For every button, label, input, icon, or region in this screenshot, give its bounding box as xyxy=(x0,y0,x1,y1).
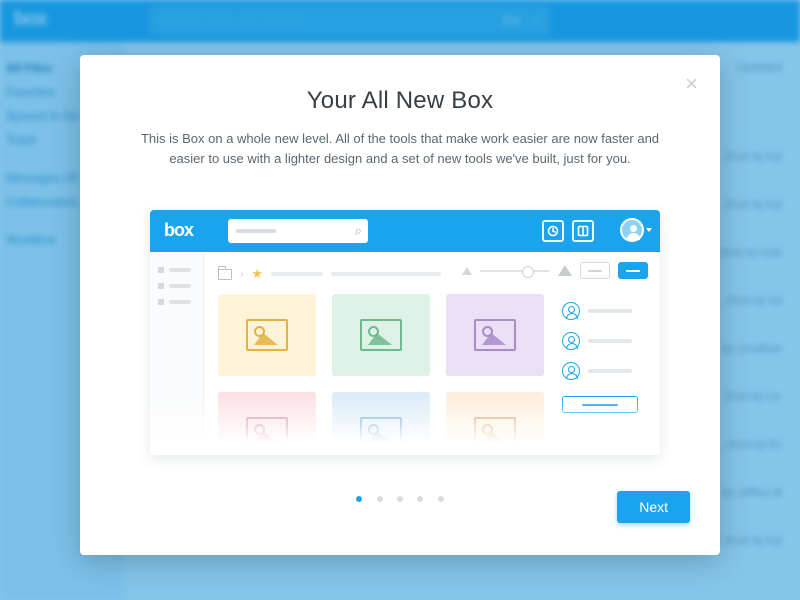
preview-tile xyxy=(332,392,430,455)
avatar-icon xyxy=(620,218,644,242)
modal-body-text: This is Box on a whole new level. All of… xyxy=(140,129,660,169)
preview-person xyxy=(562,362,642,380)
preview-people-list xyxy=(562,302,642,413)
preview-logo: box xyxy=(164,220,193,241)
step-dot-1[interactable] xyxy=(356,496,362,502)
preview-invite-button xyxy=(562,396,638,413)
chevron-right-icon: › xyxy=(240,269,243,280)
preview-tile xyxy=(332,294,430,376)
user-icon xyxy=(562,362,580,380)
list-view-icon xyxy=(580,262,610,279)
preview-side-item xyxy=(150,278,203,294)
thumbnail-small-icon xyxy=(462,267,472,275)
preview-grid xyxy=(218,294,548,455)
step-dot-5[interactable] xyxy=(438,496,444,502)
onboarding-modal: × Your All New Box This is Box on a whol… xyxy=(80,55,720,555)
zoom-slider xyxy=(480,270,550,272)
image-icon xyxy=(246,319,288,351)
image-icon xyxy=(246,417,288,449)
star-icon: ★ xyxy=(251,266,263,282)
image-icon xyxy=(474,417,516,449)
user-icon xyxy=(562,332,580,350)
preview-tile xyxy=(218,392,316,455)
preview-person xyxy=(562,332,642,350)
product-preview: box ⌕ › ★ xyxy=(150,210,660,455)
clock-icon xyxy=(542,220,564,242)
step-dot-2[interactable] xyxy=(377,496,383,502)
panel-icon xyxy=(572,220,594,242)
step-dot-4[interactable] xyxy=(417,496,423,502)
user-icon xyxy=(562,302,580,320)
preview-sidebar xyxy=(150,252,204,455)
preview-tile xyxy=(446,294,544,376)
preview-toolbar xyxy=(462,262,648,279)
close-button[interactable]: × xyxy=(685,73,698,95)
step-dot-3[interactable] xyxy=(397,496,403,502)
preview-tile xyxy=(218,294,316,376)
image-icon xyxy=(360,319,402,351)
preview-side-item xyxy=(150,294,203,310)
folder-icon xyxy=(218,269,232,280)
preview-side-item xyxy=(150,262,203,278)
search-icon: ⌕ xyxy=(355,223,362,239)
image-icon xyxy=(474,319,516,351)
modal-title: Your All New Box xyxy=(80,87,720,115)
preview-search-field: ⌕ xyxy=(228,219,368,243)
preview-person xyxy=(562,302,642,320)
preview-tile xyxy=(446,392,544,455)
grid-view-icon xyxy=(618,262,648,279)
thumbnail-large-icon xyxy=(558,265,572,276)
next-button[interactable]: Next xyxy=(617,491,690,523)
chevron-down-icon xyxy=(646,228,652,232)
image-icon xyxy=(360,417,402,449)
preview-topbar: box ⌕ xyxy=(150,210,660,252)
